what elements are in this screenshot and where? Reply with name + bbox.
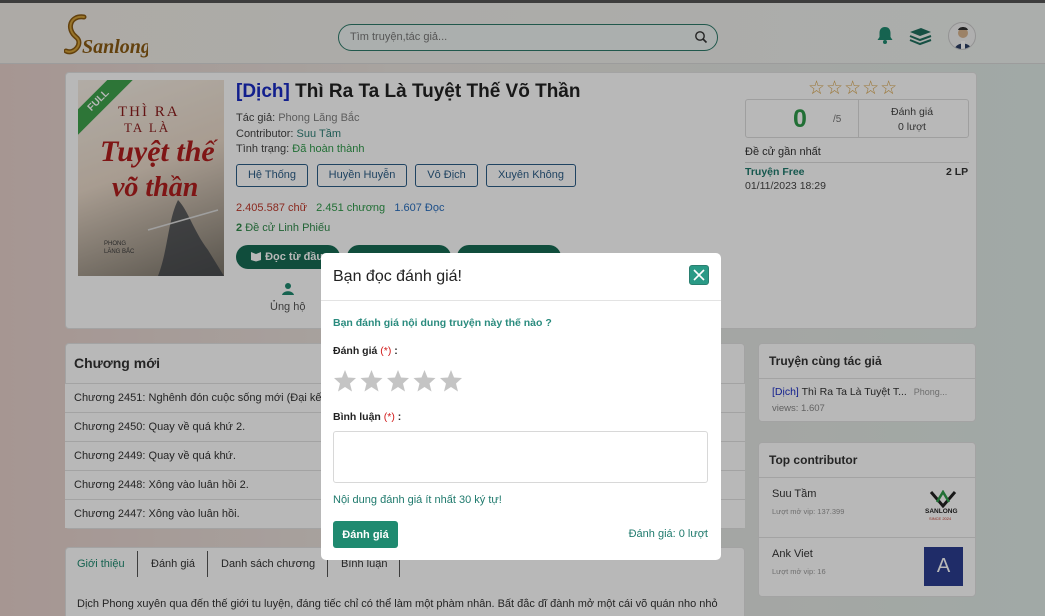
comment-field-label: Bình luận (*) : (333, 411, 402, 423)
star-4-icon (413, 370, 436, 392)
modal-title: Bạn đọc đánh giá! (333, 268, 462, 285)
review-modal: Bạn đọc đánh giá! Bạn đánh giá nội dung … (321, 253, 721, 560)
rating-star-input[interactable] (333, 369, 468, 396)
star-2-icon (360, 370, 383, 392)
submit-review-button[interactable]: Đánh giá (333, 521, 398, 548)
required-mark: (*) (383, 411, 395, 423)
rating-field-label: Đánh giá (*) : (333, 345, 398, 357)
review-question: Bạn đánh giá nội dung truyện này thế nào… (333, 317, 552, 329)
modal-header: Bạn đọc đánh giá! (321, 253, 721, 301)
close-button[interactable] (689, 265, 709, 285)
comment-min-length-hint: Nội dung đánh giá ít nhất 30 ký tự! (333, 494, 502, 506)
star-3-icon (387, 370, 409, 392)
close-icon (693, 269, 705, 281)
star-1-icon (334, 370, 356, 392)
comment-textarea[interactable] (333, 431, 708, 483)
star-5-icon (440, 370, 462, 392)
required-mark: (*) (380, 345, 392, 357)
review-count: Đánh giá: 0 lượt (628, 528, 708, 540)
